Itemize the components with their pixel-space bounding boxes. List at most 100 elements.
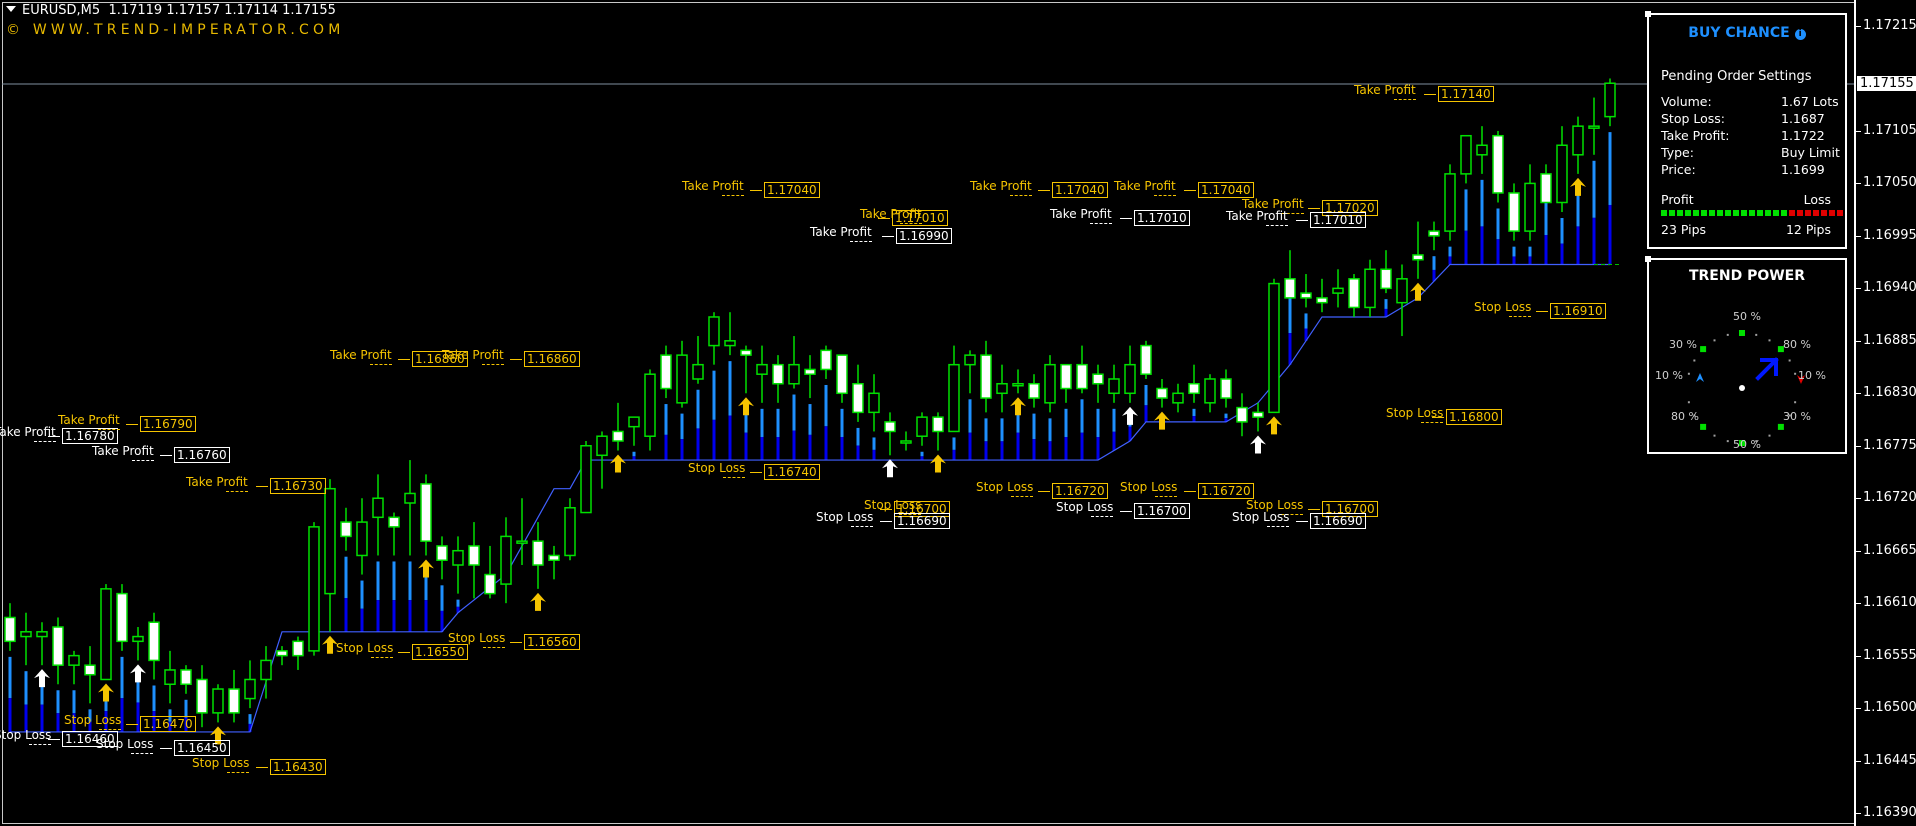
trend-power-panel[interactable]: TREND POWER 50 % 30 % 80 % 10 % 10 % 80 … bbox=[1645, 256, 1847, 454]
take-profit-price-box[interactable]: 1.16860 bbox=[524, 351, 580, 367]
take-profit-price-box[interactable]: 1.17040 bbox=[764, 182, 820, 198]
annotation-connector bbox=[1120, 218, 1132, 219]
bearish-candle bbox=[1076, 363, 1088, 390]
bullish-candle bbox=[868, 392, 880, 414]
axis-label: 1.16995 bbox=[1863, 227, 1916, 243]
bearish-candle bbox=[1300, 292, 1312, 299]
stop-loss-price-box[interactable]: 1.16690 bbox=[894, 513, 950, 529]
loss-pips: 12 Pips bbox=[1785, 222, 1831, 237]
stop-loss-price-box[interactable]: 1.16690 bbox=[1310, 513, 1366, 529]
buy-signal-arrow-icon bbox=[930, 454, 946, 473]
bearish-candle bbox=[148, 621, 160, 662]
bearish-candle bbox=[548, 554, 560, 561]
dial-tick bbox=[1693, 359, 1696, 362]
dashed-underline bbox=[29, 744, 52, 745]
axis-label: 1.16555 bbox=[1863, 647, 1916, 663]
stop-loss-price-box[interactable]: 1.16450 bbox=[174, 740, 230, 756]
stop-loss-price-box[interactable]: 1.16470 bbox=[140, 716, 196, 732]
dashed-underline bbox=[1089, 223, 1112, 224]
arrow-shape bbox=[1266, 416, 1282, 435]
bearish-candle bbox=[116, 592, 128, 643]
annotation-connector bbox=[750, 472, 762, 473]
buy-signal-arrow-icon bbox=[1010, 397, 1026, 416]
bearish-candle bbox=[1156, 387, 1168, 399]
take-profit-price-box[interactable]: 1.17040 bbox=[1198, 182, 1254, 198]
bullish-candle bbox=[132, 635, 144, 643]
annotation-connector bbox=[160, 748, 172, 749]
stop-loss-label: Stop Loss bbox=[1056, 500, 1114, 517]
bullish-candle bbox=[308, 526, 320, 652]
take-profit-price-box[interactable]: 1.17010 bbox=[892, 210, 948, 226]
take-profit-price-box[interactable]: 1.16780 bbox=[62, 428, 118, 444]
take-profit-price-box[interactable]: 1.16990 bbox=[896, 228, 952, 244]
stop-loss-price-box[interactable]: 1.16550 bbox=[412, 644, 468, 660]
stop-loss-price-box[interactable]: 1.16800 bbox=[1446, 409, 1502, 425]
buy-chance-panel[interactable]: BUY CHANCE i Pending Order Settings Volum… bbox=[1645, 11, 1847, 249]
take-profit-label: Take Profit bbox=[442, 348, 504, 365]
axis-tick bbox=[1856, 445, 1861, 447]
candlestick-chart[interactable] bbox=[0, 0, 1916, 826]
bullish-candle bbox=[1204, 378, 1216, 404]
bullish-candle bbox=[404, 492, 416, 504]
buy-signal-arrow-icon bbox=[1250, 435, 1266, 454]
trend-direction-arrow-icon bbox=[1755, 357, 1779, 381]
bullish-candle bbox=[36, 631, 48, 638]
stop-loss-price-box[interactable]: 1.16720 bbox=[1198, 483, 1254, 499]
axis-tick bbox=[1856, 708, 1861, 710]
profit-block bbox=[1725, 210, 1731, 216]
buy-chance-title-text: BUY CHANCE bbox=[1688, 25, 1790, 41]
take-profit-price-box[interactable]: 1.17040 bbox=[1052, 182, 1108, 198]
bearish-candle bbox=[196, 678, 208, 714]
bearish-candle bbox=[420, 483, 432, 542]
dashed-underline bbox=[33, 441, 56, 442]
bearish-candle bbox=[1316, 297, 1328, 304]
axis-label: 1.16500 bbox=[1863, 700, 1916, 716]
annotation-connector bbox=[882, 236, 894, 237]
bullish-candle bbox=[644, 373, 656, 437]
take-profit-label: Take Profit bbox=[1050, 207, 1112, 224]
take-profit-label: Take Profit: bbox=[1661, 128, 1730, 143]
profit-block bbox=[1781, 210, 1787, 216]
bullish-candle bbox=[1444, 173, 1456, 232]
bearish-candle bbox=[1188, 383, 1200, 395]
stop-loss-price-box[interactable]: 1.16910 bbox=[1550, 303, 1606, 319]
stop-loss-price-box[interactable]: 1.16560 bbox=[524, 634, 580, 650]
annotation-connector bbox=[1184, 190, 1196, 191]
take-profit-price-box[interactable]: 1.16790 bbox=[140, 416, 196, 432]
take-profit-price-box[interactable]: 1.17140 bbox=[1438, 86, 1494, 102]
volume-value: 1.67 Lots bbox=[1781, 94, 1839, 109]
stop-loss-price-box[interactable]: 1.16430 bbox=[270, 759, 326, 775]
bullish-candle bbox=[948, 363, 960, 433]
price-axis-line bbox=[1854, 0, 1856, 826]
arrow-shape bbox=[34, 669, 50, 688]
axis-label: 1.16665 bbox=[1863, 542, 1916, 558]
arrow-shape bbox=[1122, 406, 1138, 425]
stop-loss-price-box[interactable]: 1.16740 bbox=[764, 464, 820, 480]
chart-header: EURUSD,M5 1.17119 1.17157 1.17114 1.1715… bbox=[6, 3, 336, 18]
loss-block bbox=[1837, 210, 1843, 216]
panel-drag-handle[interactable] bbox=[1645, 11, 1651, 17]
profit-loss-bar bbox=[1661, 210, 1843, 218]
stop-loss-price-box[interactable]: 1.16700 bbox=[1134, 503, 1190, 519]
bullish-candle bbox=[708, 316, 720, 347]
annotation-text: Stop Loss bbox=[192, 756, 250, 770]
stop-loss-value: 1.1687 bbox=[1781, 111, 1825, 126]
annotation-connector bbox=[126, 724, 138, 725]
take-profit-price-box[interactable]: 1.17010 bbox=[1134, 210, 1190, 226]
annotation-connector bbox=[48, 436, 60, 437]
stop-loss-label: Stop Loss bbox=[688, 461, 746, 478]
dial-tick bbox=[1726, 440, 1729, 443]
take-profit-price-box[interactable]: 1.16760 bbox=[174, 447, 230, 463]
stop-loss-price-box[interactable]: 1.16720 bbox=[1052, 483, 1108, 499]
dropdown-triangle-icon[interactable] bbox=[6, 5, 16, 12]
arrow-shape bbox=[130, 664, 146, 683]
pct-top: 50 % bbox=[1733, 310, 1761, 323]
annotation-text: Stop Loss bbox=[448, 631, 506, 645]
bearish-candle bbox=[436, 545, 448, 561]
bullish-candle bbox=[1396, 278, 1408, 304]
take-profit-price-box[interactable]: 1.16730 bbox=[270, 478, 326, 494]
ohlc-values: 1.17119 1.17157 1.17114 1.17155 bbox=[108, 3, 336, 18]
info-icon[interactable]: i bbox=[1794, 29, 1806, 40]
take-profit-label: Take Profit bbox=[186, 475, 248, 492]
take-profit-price-box[interactable]: 1.17010 bbox=[1310, 212, 1366, 228]
